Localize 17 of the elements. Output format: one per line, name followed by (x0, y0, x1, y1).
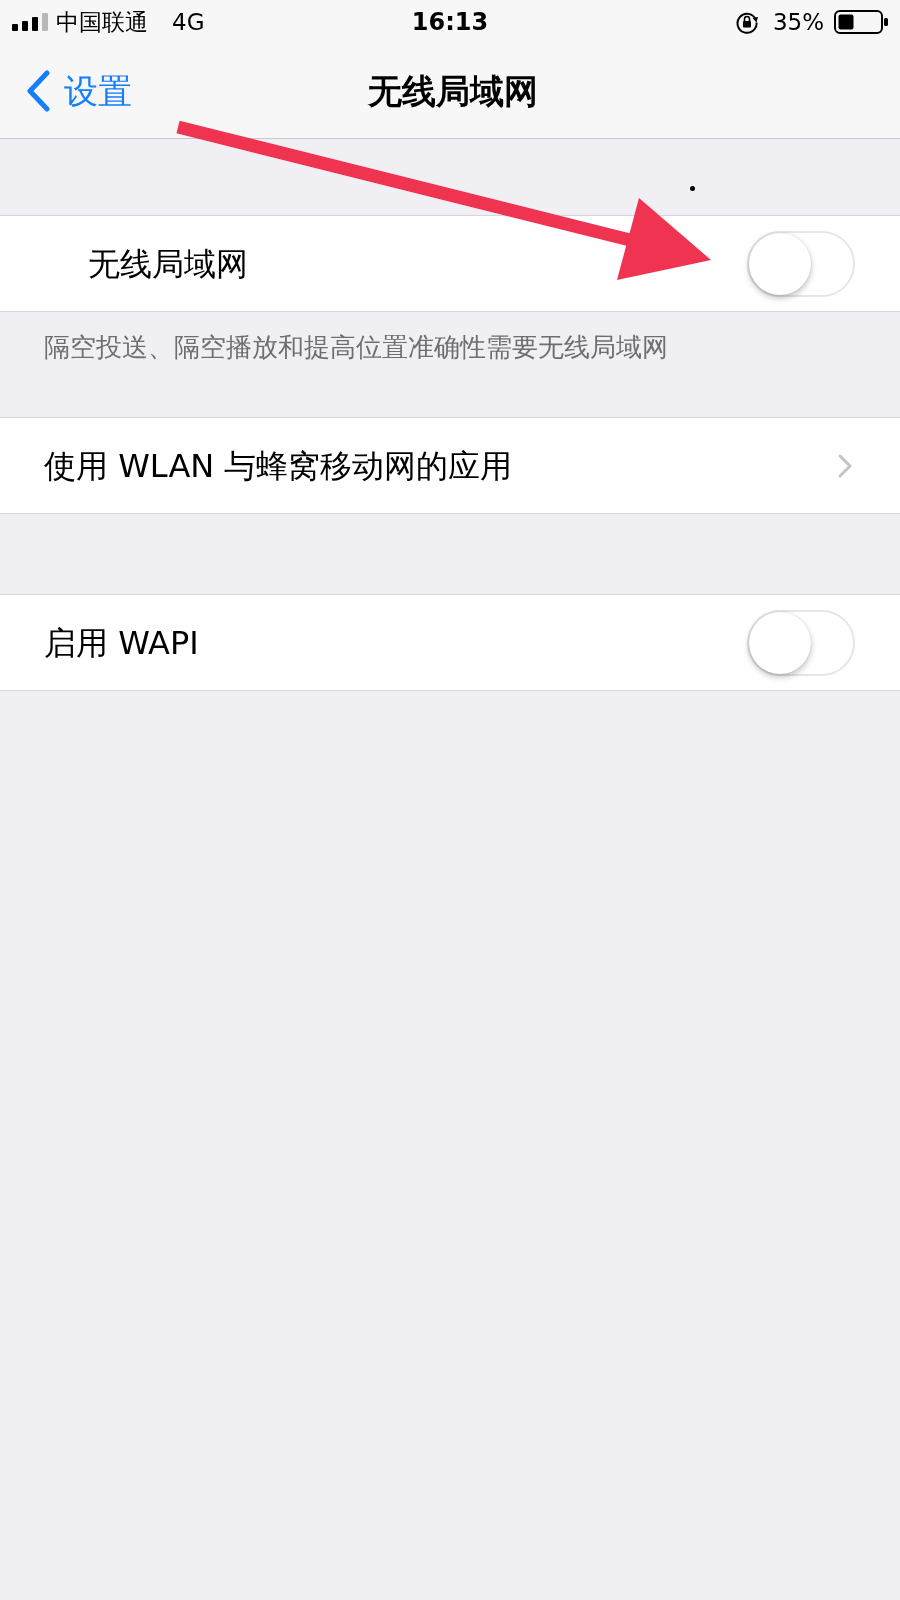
back-button[interactable]: 设置 (26, 69, 132, 113)
carrier-name: 中国联通 (56, 8, 148, 37)
chevron-icon (837, 452, 853, 479)
battery-icon (834, 10, 888, 34)
back-chevron-icon (26, 70, 50, 112)
battery-percent: 35% (772, 8, 824, 37)
signal-icon (12, 13, 48, 31)
toggle-switch[interactable] (747, 609, 855, 676)
page-title: 无线局域网 (368, 70, 538, 113)
row-label: 无线局域网 (88, 243, 248, 285)
row-label: 启用 WAPI (44, 622, 199, 664)
toggle-switch[interactable] (747, 230, 855, 297)
rotation-lock-icon (734, 10, 759, 34)
section-footer-text: 隔空投送、隔空播放和提高位置准确性需要无线局域网 (43, 331, 669, 364)
dot-icon (690, 186, 695, 191)
network-type: 4G (172, 8, 205, 37)
clock-time: 16:13 (411, 7, 489, 37)
